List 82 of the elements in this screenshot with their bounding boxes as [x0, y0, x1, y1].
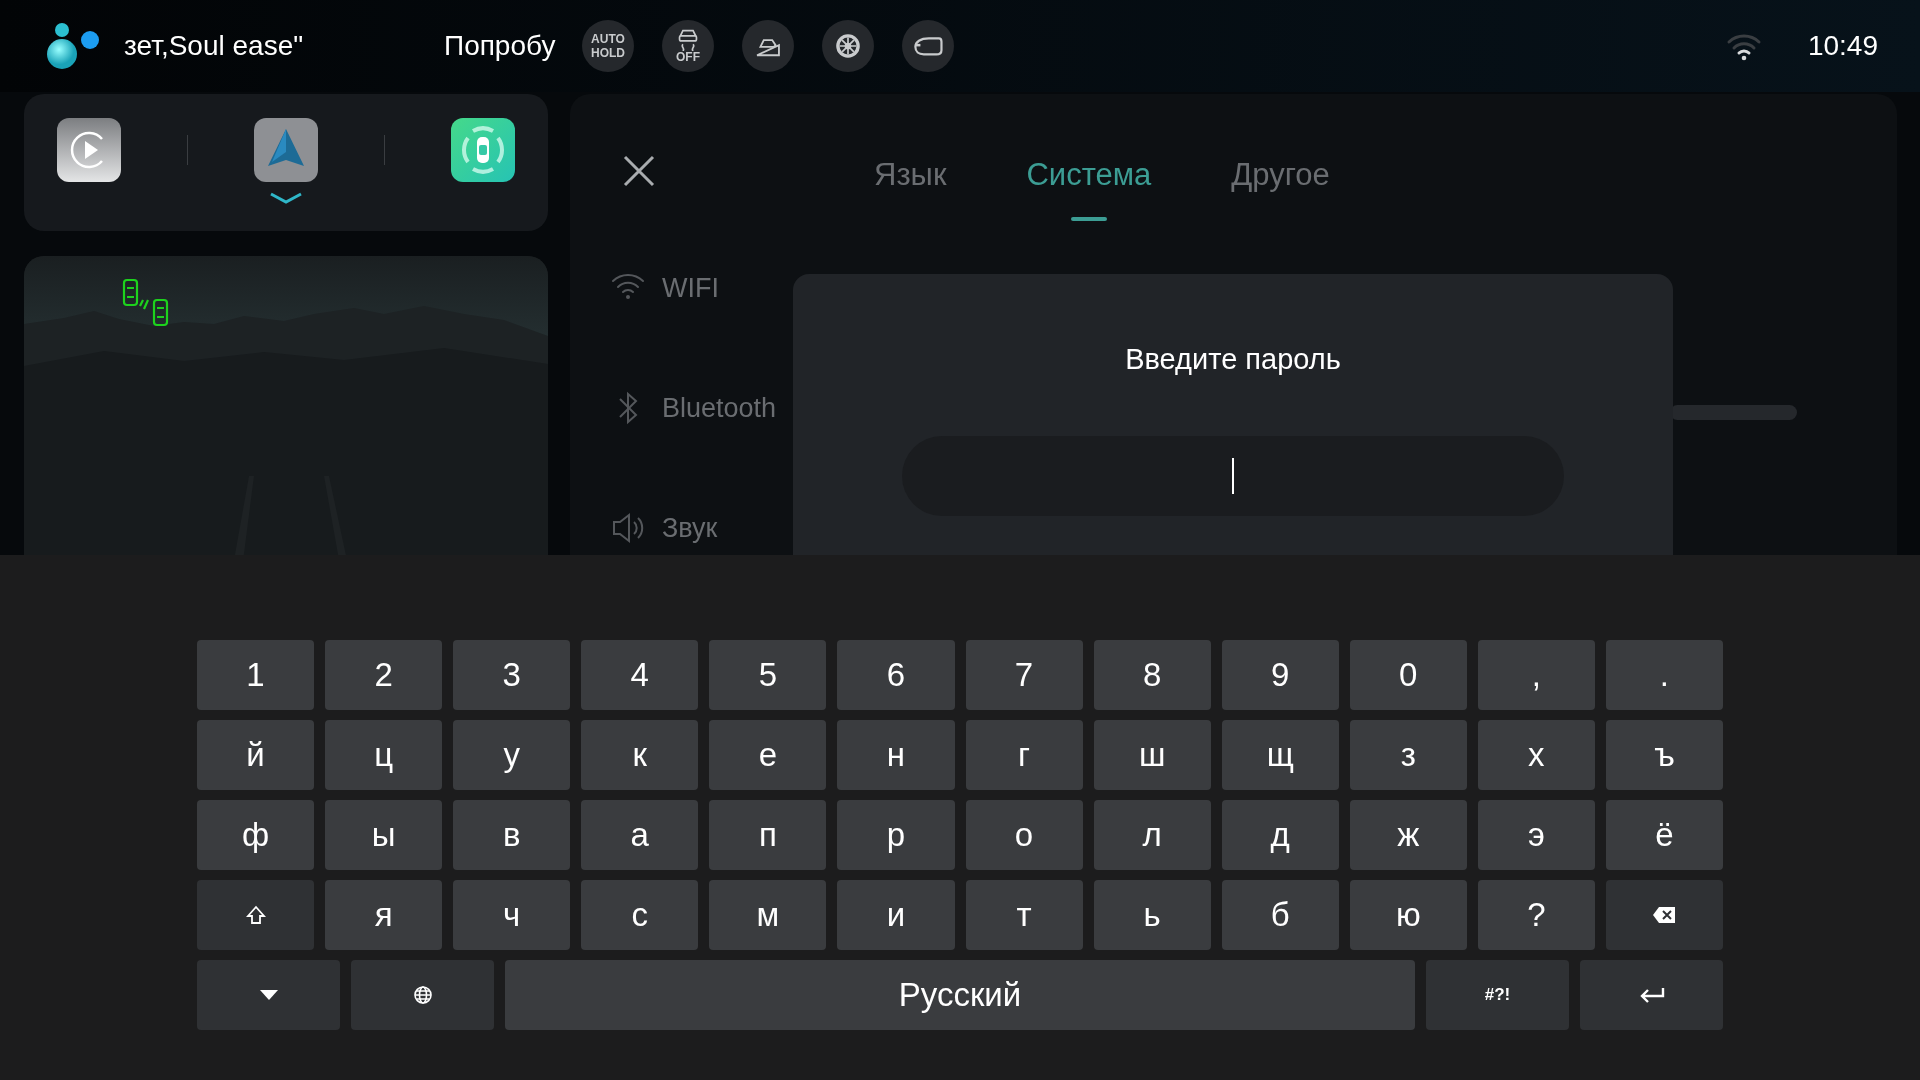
keyboard-key[interactable]: л [1093, 800, 1211, 870]
parking-sensor-icon [122, 278, 170, 328]
navigation-app-icon [254, 118, 318, 182]
keyboard-key[interactable]: п [709, 800, 827, 870]
traction-off-button[interactable]: OFF [662, 20, 714, 72]
keyboard-key[interactable]: , [1477, 640, 1595, 710]
symbols-key[interactable]: #?! [1426, 960, 1569, 1030]
hill-button[interactable] [742, 20, 794, 72]
dialog-title: Введите пароль [1125, 342, 1341, 377]
keyboard-key[interactable]: 0 [1349, 640, 1467, 710]
tire-button[interactable] [822, 20, 874, 72]
navigation-app-button[interactable] [254, 118, 318, 182]
close-icon [622, 154, 656, 188]
keyboard-key[interactable]: и [837, 880, 955, 950]
tab-underline [1070, 216, 1107, 221]
keyboard-key[interactable]: ? [1477, 880, 1595, 950]
settings-menu-item[interactable]: Bluetooth [570, 348, 783, 468]
globe-icon [412, 985, 433, 1005]
keyboard-key[interactable]: з [1349, 720, 1467, 790]
keyboard-key[interactable]: ь [1093, 880, 1211, 950]
keyboard-key[interactable]: а [581, 800, 699, 870]
keyboard-key[interactable]: ы [325, 800, 443, 870]
close-button[interactable] [622, 154, 656, 188]
keyboard-key[interactable]: к [581, 720, 699, 790]
keyboard-key[interactable]: э [1477, 800, 1595, 870]
keyboard-key[interactable]: я [325, 880, 443, 950]
keyboard-key[interactable]: б [1221, 880, 1339, 950]
settings-menu-item[interactable]: WIFI [570, 228, 725, 348]
keyboard-key[interactable]: 1 [197, 640, 315, 710]
keyboard-key[interactable]: ф [197, 800, 315, 870]
globe-key[interactable] [351, 960, 494, 1030]
marquee-text: Попробу [444, 29, 557, 63]
tab[interactable]: Система [1026, 152, 1152, 217]
keyboard-key[interactable]: 2 [325, 640, 443, 710]
tab[interactable]: Другое [1231, 152, 1330, 217]
keyboard-key[interactable]: ч [453, 880, 571, 950]
keyboard-key[interactable]: х [1477, 720, 1595, 790]
keyboard-key[interactable]: 4 [581, 640, 699, 710]
keyboard-key[interactable]: 8 [1093, 640, 1211, 710]
keyboard-key[interactable]: е [709, 720, 827, 790]
enter-icon [1638, 986, 1665, 1004]
keyboard-key[interactable]: щ [1221, 720, 1339, 790]
keyboard-key[interactable]: г [965, 720, 1083, 790]
keyboard-key[interactable]: н [837, 720, 955, 790]
keyboard-key[interactable]: с [581, 880, 699, 950]
keyboard-key[interactable]: д [1221, 800, 1339, 870]
clock-time: 10:49 [1807, 29, 1878, 63]
caret-down-icon [258, 989, 279, 1001]
keyboard-key[interactable]: й [197, 720, 315, 790]
off-label: OFF [675, 51, 701, 63]
keyboard-key[interactable]: ю [1349, 880, 1467, 950]
keyboard-key[interactable]: ё [1605, 800, 1723, 870]
play-app-icon [57, 118, 121, 182]
keyboard-key[interactable]: . [1605, 640, 1723, 710]
keyboard-key[interactable]: 5 [709, 640, 827, 710]
keyboard-key[interactable]: ж [1349, 800, 1467, 870]
keyboard-key[interactable]: ъ [1605, 720, 1723, 790]
play-app-button[interactable] [57, 118, 121, 182]
keyboard-key[interactable]: р [837, 800, 955, 870]
keyboard-key[interactable]: у [453, 720, 571, 790]
settings-menu-item[interactable]: Звук [570, 468, 724, 555]
mirror-button[interactable] [902, 20, 954, 72]
backspace-icon [1652, 906, 1677, 924]
keyboard-key[interactable]: 3 [453, 640, 571, 710]
keyboard-key[interactable]: ц [325, 720, 443, 790]
space-key[interactable]: Русский [505, 960, 1415, 1030]
keyboard-key[interactable]: 9 [1221, 640, 1339, 710]
keyboard-key[interactable]: ш [1093, 720, 1211, 790]
assistant-text: зет,Soul ease" [124, 29, 305, 63]
keyboard-key[interactable]: м [709, 880, 827, 950]
parking-app-button[interactable] [451, 118, 515, 182]
tab[interactable]: Язык [874, 152, 947, 217]
keyboard-key[interactable]: 7 [965, 640, 1083, 710]
backspace-key[interactable] [1605, 880, 1723, 950]
keyboard-key[interactable]: 6 [837, 640, 955, 710]
keyboard-key[interactable]: в [453, 800, 571, 870]
auto-hold-button[interactable]: AUTO HOLD [582, 20, 634, 72]
keyboard-key[interactable]: т [965, 880, 1083, 950]
speaker-icon [610, 510, 646, 546]
keyboard-key[interactable]: о [965, 800, 1083, 870]
parking-sensor-app-icon [451, 118, 515, 182]
shift-icon [245, 905, 266, 925]
